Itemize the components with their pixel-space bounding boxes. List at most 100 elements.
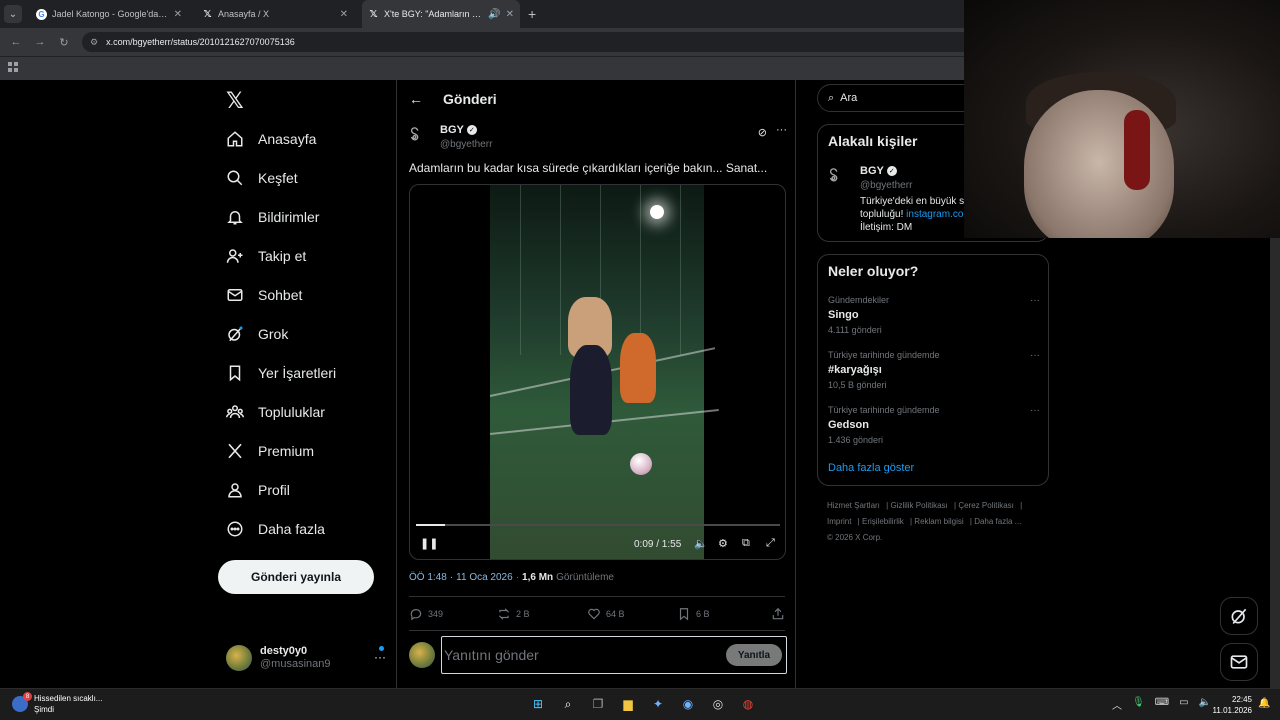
post-text: Adamların bu kadar kısa sürede çıkardıkl… (409, 161, 768, 175)
avatar (409, 642, 435, 668)
trend-item[interactable]: Türkiye tarihinde gündemde Gedson 1.436 … (828, 405, 1040, 445)
post-author: ꂢ BGY ✓ @bgyetherr ⊘ ··· (409, 124, 787, 154)
more-icon[interactable]: ··· (1030, 405, 1040, 416)
back-icon[interactable]: ← (8, 36, 24, 48)
browser-tab[interactable]: G Jadel Katongo - Google'da Ara ✕ (30, 0, 188, 28)
headset (1124, 110, 1150, 190)
video-progress-bar[interactable] (416, 524, 780, 526)
post-button[interactable]: Gönderi yayınla (218, 560, 374, 594)
reply-button[interactable]: 349 (409, 607, 497, 621)
grok-floating-button[interactable] (1220, 597, 1258, 635)
chevron-up-icon[interactable]: ︿ (1112, 697, 1122, 712)
search-icon[interactable]: ⌕ (558, 694, 578, 714)
weather-widget[interactable]: 8 Hissedilen sıcaklı... Şimdi (12, 692, 102, 715)
sidebar-item-explore[interactable]: Keşfet (226, 165, 298, 191)
author-avatar[interactable]: ꂢ (409, 126, 431, 148)
close-icon[interactable]: ✕ (174, 9, 182, 20)
task-view-icon[interactable]: ❐ (588, 694, 608, 714)
more-icon[interactable]: ··· (1030, 295, 1040, 306)
share-button[interactable] (771, 607, 785, 621)
steam-icon[interactable]: ◉ (678, 694, 698, 714)
sidebar-item-premium[interactable]: Premium (226, 438, 314, 464)
new-tab-button[interactable]: + (528, 6, 536, 22)
site-info-icon[interactable]: ⚙ (90, 37, 98, 48)
sidebar-item-grok[interactable]: Grok (226, 321, 288, 347)
network-icon[interactable]: ▭ (1179, 697, 1188, 712)
search-placeholder: Ara (840, 92, 858, 104)
file-explorer-icon[interactable]: ▆ (618, 694, 638, 714)
browser-tab-active[interactable]: 𝕏 X'te BGY: "Adamların bu ka 🔊 ✕ (362, 0, 520, 28)
more-icon[interactable]: ··· (776, 124, 787, 136)
person-name[interactable]: BGY ✓ (860, 165, 897, 177)
footer-link[interactable]: Imprint (827, 517, 851, 526)
app-icon[interactable]: ◎ (708, 694, 728, 714)
reload-icon[interactable]: ↻ (56, 36, 72, 49)
notification-icon[interactable]: 🔔 (1258, 698, 1270, 709)
reply-submit-button[interactable]: Yanıtla (726, 644, 782, 666)
more-icon[interactable]: ··· (374, 650, 386, 664)
show-more-link[interactable]: Daha fazla göster (828, 462, 914, 474)
footer-link[interactable]: Reklam bilgisi (914, 517, 963, 526)
post-header: ← Gönderi (397, 80, 797, 118)
browser-tab[interactable]: 𝕏 Anasayfa / X ✕ (196, 0, 354, 28)
bookmark-button[interactable]: 6 B (677, 607, 767, 621)
author-avatar[interactable]: ꂢ (828, 167, 839, 185)
post-date[interactable]: 11 Oca 2026 (456, 572, 513, 583)
verified-icon: ✓ (886, 166, 897, 176)
tab-search-button[interactable]: ⌄ (4, 5, 22, 23)
communities-icon (226, 405, 244, 419)
sidebar-item-home[interactable]: Anasayfa (226, 126, 316, 152)
windows-start-icon[interactable]: ⊞ (528, 694, 548, 714)
grok-icon (228, 326, 243, 342)
settings-icon[interactable]: ⚙ (718, 537, 728, 550)
footer-link[interactable]: Daha fazla ... (974, 517, 1021, 526)
forward-icon[interactable]: → (32, 36, 48, 48)
sidebar-item-follow[interactable]: Takip et (226, 243, 306, 269)
post-time[interactable]: ÖÖ 1:48 (409, 572, 447, 583)
heart-icon (588, 608, 600, 620)
scrollbar[interactable] (1270, 238, 1280, 688)
keyboard-icon[interactable]: ⌨ (1155, 697, 1169, 712)
sidebar-item-more[interactable]: Daha fazla (226, 516, 325, 542)
close-icon[interactable]: ✕ (506, 9, 514, 20)
bio-link[interactable]: instagram.co (906, 209, 963, 220)
x-logo-icon[interactable]: 𝕏 (226, 88, 244, 114)
more-icon[interactable]: ··· (1030, 350, 1040, 361)
footer-link[interactable]: Erişilebilirlik (862, 517, 904, 526)
fullscreen-icon[interactable]: ⤢ (766, 537, 775, 550)
reply-input[interactable] (444, 643, 724, 667)
footer-link[interactable]: Çerez Politikası (958, 501, 1014, 510)
trend-item[interactable]: Türkiye tarihinde gündemde #karyağışı 10… (828, 350, 1040, 390)
clock[interactable]: 22:45 11.01.2026 (1206, 694, 1252, 716)
author-handle[interactable]: @bgyetherr (440, 139, 492, 150)
volume-icon[interactable]: 🔈 (694, 537, 708, 550)
account-switcher[interactable]: desty0y0 @musasinan9 ··· (226, 642, 386, 674)
trend-item[interactable]: Gündemdekiler Singo 4.111 gönderi ··· (828, 295, 1040, 335)
microphone-icon[interactable]: 🎙 (1132, 697, 1145, 712)
floodlight (650, 205, 664, 219)
video-time: 0:09 / 1:55 (634, 539, 682, 550)
sidebar-item-communities[interactable]: Topluluklar (226, 399, 325, 425)
speaker-icon[interactable]: 🔊 (488, 9, 500, 20)
divider (409, 630, 785, 631)
apps-grid-icon[interactable] (8, 62, 18, 72)
sidebar-item-chat[interactable]: Sohbet (226, 282, 302, 308)
grok-icon[interactable]: ⊘ (758, 126, 767, 139)
sidebar-item-profile[interactable]: Profil (226, 477, 290, 503)
video-player[interactable]: ❚❚ 0:09 / 1:55 🔈 ⚙ ⧉ ⤢ (409, 184, 786, 560)
sidebar-item-bookmarks[interactable]: Yer İşaretleri (226, 360, 336, 386)
pause-icon[interactable]: ❚❚ (420, 537, 438, 550)
chrome-icon[interactable]: ◍ (738, 694, 758, 714)
author-name[interactable]: BGY ✓ (440, 124, 477, 136)
close-icon[interactable]: ✕ (340, 9, 348, 20)
picture-in-picture-icon[interactable]: ⧉ (742, 537, 750, 550)
address-bar[interactable]: ⚙ x.com/bgyetherr/status/201012162707007… (82, 32, 964, 52)
repost-button[interactable]: 2 B (497, 607, 587, 621)
app-icon[interactable]: ✦ (648, 694, 668, 714)
like-button[interactable]: 64 B (587, 607, 677, 621)
sidebar-item-notifications[interactable]: Bildirimler (226, 204, 319, 230)
footer-link[interactable]: Hizmet Şartları (827, 501, 880, 510)
messages-floating-button[interactable] (1220, 643, 1258, 681)
back-arrow-icon[interactable]: ← (409, 91, 423, 107)
footer-link[interactable]: Gizlilik Politikası (890, 501, 947, 510)
